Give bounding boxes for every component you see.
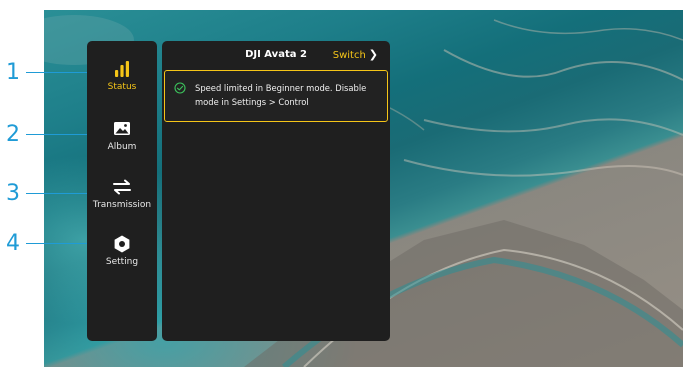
sidebar-item-status[interactable]: Status <box>87 59 157 92</box>
screenshot-stage: 1 2 3 4 Status Album Transmission Settin… <box>0 0 683 367</box>
status-panel: DJI Avata 2 Switch ❯ Speed limited in Beg… <box>162 41 390 341</box>
callout-number-4: 4 <box>6 231 20 256</box>
status-alert: Speed limited in Beginner mode. Disable … <box>164 70 388 122</box>
switch-button[interactable]: Switch ❯ <box>333 48 378 61</box>
sidebar: Status Album Transmission Setting <box>87 41 157 341</box>
image-icon <box>114 122 130 135</box>
sidebar-item-transmission[interactable]: Transmission <box>87 177 157 210</box>
sidebar-item-label: Transmission <box>92 200 152 210</box>
sidebar-item-label: Setting <box>105 257 139 267</box>
sidebar-item-album[interactable]: Album <box>87 119 157 152</box>
callout-number-1: 1 <box>6 60 20 85</box>
switch-button-label: Switch <box>332 50 366 61</box>
swap-arrows-icon <box>113 179 131 195</box>
check-circle-icon <box>174 82 186 94</box>
sidebar-item-label: Status <box>107 82 137 92</box>
alert-message: Speed limited in Beginner mode. Disable … <box>195 83 367 107</box>
sidebar-item-setting[interactable]: Setting <box>87 234 157 267</box>
bar-chart-icon <box>115 61 129 77</box>
callout-number-2: 2 <box>6 122 20 147</box>
callout-number-3: 3 <box>6 181 20 206</box>
chevron-right-icon: ❯ <box>368 48 378 61</box>
hex-gear-icon <box>114 235 130 253</box>
sidebar-item-label: Album <box>107 142 137 152</box>
